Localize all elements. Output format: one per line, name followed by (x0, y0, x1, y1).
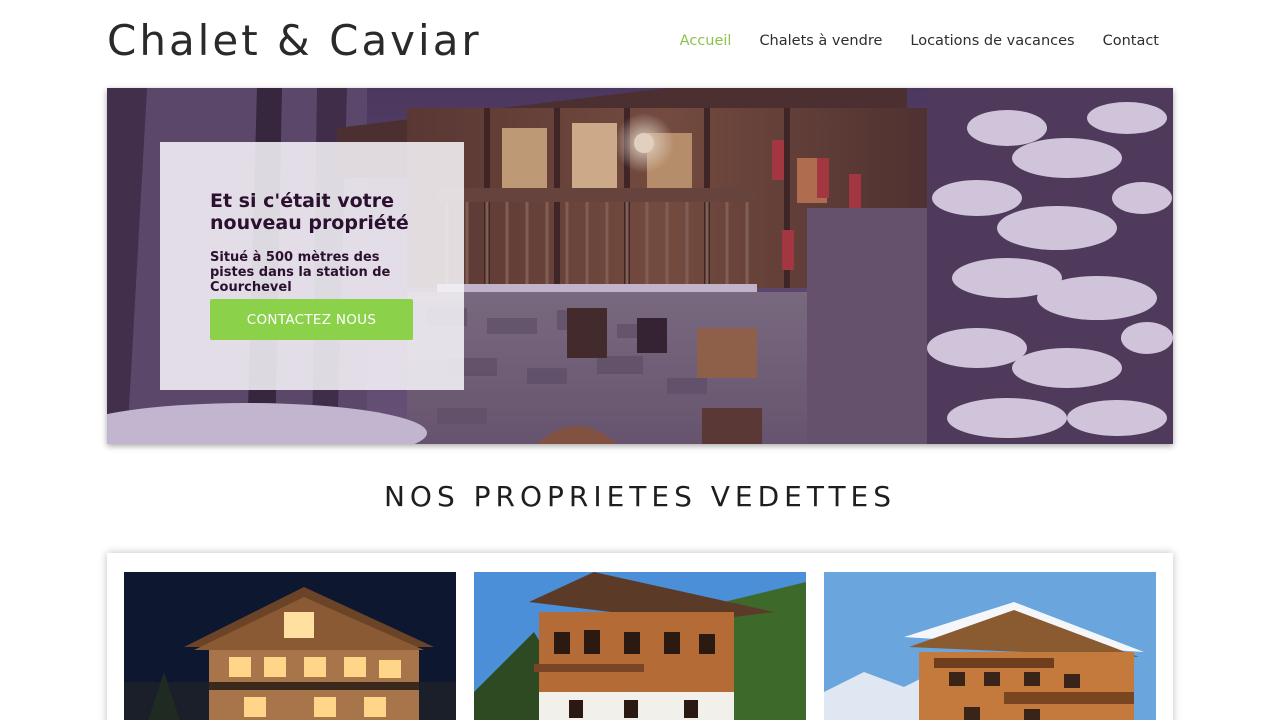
hero-title: Et si c'était votre nouveau propriété (210, 190, 409, 234)
chalet-night-photo (124, 572, 456, 720)
nav-item-contact[interactable]: Contact (1103, 33, 1159, 49)
chalet-snow-photo (824, 572, 1156, 720)
featured-section-title: NOS PROPRIETES VEDETTES (383, 480, 897, 513)
featured-listings (107, 553, 1173, 720)
chalet-summer-photo (474, 572, 806, 720)
contact-us-button[interactable]: CONTACTEZ NOUS (210, 299, 413, 340)
site-header: Chalet & Caviar Accueil Chalets à vendre… (0, 0, 1280, 86)
nav-item-chalets-a-vendre[interactable]: Chalets à vendre (759, 33, 882, 49)
listing-card[interactable] (474, 572, 806, 720)
site-logo[interactable]: Chalet & Caviar (107, 16, 482, 65)
listing-card[interactable] (824, 572, 1156, 720)
listing-card[interactable] (124, 572, 456, 720)
hero-card: Et si c'était votre nouveau propriété Si… (160, 142, 464, 390)
main-nav: Accueil Chalets à vendre Locations de va… (680, 33, 1159, 49)
nav-item-accueil[interactable]: Accueil (680, 33, 732, 49)
hero-banner: Et si c'était votre nouveau propriété Si… (107, 88, 1173, 444)
hero-subtitle: Situé à 500 mètres des pistes dans la st… (210, 250, 391, 295)
nav-item-locations-de-vacances[interactable]: Locations de vacances (910, 33, 1074, 49)
